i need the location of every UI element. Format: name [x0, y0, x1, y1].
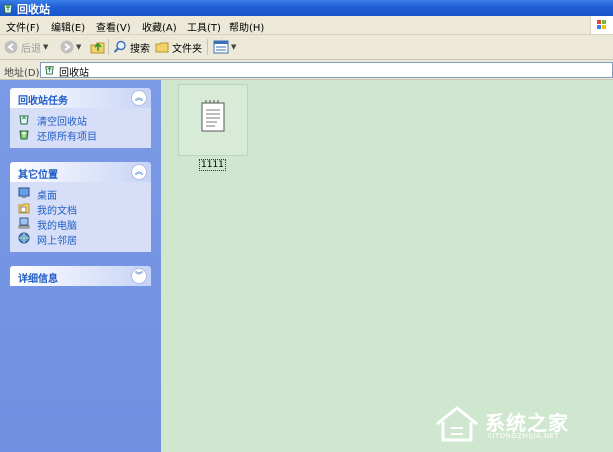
menu-bar: 文件(F) 编辑(E) 查看(V) 收藏(A) 工具(T) 帮助(H) [0, 16, 613, 35]
up-folder-icon [90, 42, 105, 54]
task-label: 清空回收站 [37, 117, 87, 128]
menu-tools[interactable]: 工具(T) [187, 19, 221, 34]
window-title: 回收站 [17, 3, 50, 16]
forward-button[interactable]: ▼ [60, 39, 81, 55]
task-label: 还原所有项目 [37, 132, 97, 143]
address-label: 地址(D) [4, 68, 40, 79]
details-panel: 详细信息 ︾ [10, 266, 151, 286]
desktop-icon [18, 187, 30, 198]
empty-recycle-bin-icon [19, 115, 29, 125]
toolbar-separator [207, 39, 208, 55]
panel-header[interactable]: 回收站任务 ︽ [10, 88, 151, 108]
panel-header[interactable]: 其它位置 ︽ [10, 162, 151, 182]
address-bar: 地址(D) 回收站 [0, 60, 613, 80]
watermark-url: XITONGZHIJIA.NET [487, 432, 560, 440]
place-label: 桌面 [37, 191, 57, 202]
views-dropdown-icon[interactable]: ▼ [231, 43, 236, 51]
text-document-icon [201, 100, 225, 132]
windows-logo-icon [590, 16, 613, 34]
file-thumbnail[interactable] [178, 84, 248, 156]
address-value: 回收站 [59, 68, 89, 79]
place-network-places[interactable]: 网上邻居 [10, 231, 151, 247]
panel-header[interactable]: 详细信息 ︾ [10, 266, 151, 286]
up-folder-button[interactable] [90, 39, 106, 55]
file-name: 1111 [199, 159, 226, 171]
back-button[interactable]: 后退 ▼ [4, 39, 48, 55]
panel-body: 清空回收站 还原所有项目 [10, 108, 151, 148]
task-restore-all[interactable]: 还原所有项目 [10, 127, 151, 143]
folders-label: 文件夹 [172, 43, 202, 55]
search-icon [113, 40, 126, 53]
toolbar: 后退 ▼ ▼ 搜索 文件夹 ▼ [0, 35, 613, 60]
back-arrow-icon [4, 40, 18, 54]
address-field[interactable]: 回收站 [40, 62, 613, 79]
panel-title: 详细信息 [18, 274, 58, 285]
house-logo-icon [436, 406, 478, 442]
folders-button[interactable]: 文件夹 [155, 39, 202, 55]
recycle-bin-icon [45, 66, 54, 75]
panel-title: 回收站任务 [18, 96, 68, 107]
menu-favorites[interactable]: 收藏(A) [142, 19, 177, 34]
place-label: 网上邻居 [37, 236, 77, 247]
search-button[interactable]: 搜索 [113, 39, 150, 55]
task-empty-recycle-bin[interactable]: 清空回收站 [10, 112, 151, 128]
views-button[interactable]: ▼ [213, 39, 236, 55]
collapse-chevron-up-icon[interactable]: ︽ [131, 164, 147, 180]
other-places-panel: 其它位置 ︽ 桌面 我的文档 我的电脑 网上邻居 [10, 162, 151, 252]
collapse-chevron-up-icon[interactable]: ︽ [131, 90, 147, 106]
task-pane: 回收站任务 ︽ 清空回收站 还原所有项目 其它位置 ︽ 桌面 我的文档 我的电脑… [0, 80, 161, 452]
forward-dropdown-icon[interactable]: ▼ [76, 43, 81, 51]
menu-edit[interactable]: 编辑(E) [51, 19, 85, 34]
toolbar-separator [108, 39, 109, 55]
place-my-computer[interactable]: 我的电脑 [10, 216, 151, 232]
place-desktop[interactable]: 桌面 [10, 186, 151, 202]
forward-arrow-icon [60, 40, 74, 54]
place-my-documents[interactable]: 我的文档 [10, 201, 151, 217]
panel-body: 桌面 我的文档 我的电脑 网上邻居 [10, 182, 151, 252]
my-documents-icon [18, 203, 30, 214]
expand-chevron-down-icon[interactable]: ︾ [131, 268, 147, 284]
panel-title: 其它位置 [18, 170, 58, 181]
menu-view[interactable]: 查看(V) [96, 19, 131, 34]
place-label: 我的文档 [37, 206, 77, 217]
file-view[interactable]: 1111 系统之家 XITONGZHIJIA.NET [161, 80, 613, 452]
recycle-bin-icon [3, 4, 13, 14]
watermark: 系统之家 XITONGZHIJIA.NET [433, 404, 603, 446]
folders-icon [155, 42, 169, 53]
back-dropdown-icon[interactable]: ▼ [43, 43, 48, 51]
menu-file[interactable]: 文件(F) [6, 19, 40, 34]
my-computer-icon [18, 217, 30, 229]
restore-icon [19, 130, 29, 140]
views-icon [213, 40, 229, 54]
network-places-icon [18, 232, 30, 244]
file-item[interactable]: 1111 [178, 84, 248, 174]
menu-help[interactable]: 帮助(H) [229, 19, 264, 34]
recycle-bin-tasks-panel: 回收站任务 ︽ 清空回收站 还原所有项目 [10, 88, 151, 148]
title-bar[interactable]: 回收站 [0, 0, 613, 16]
back-label: 后退 [21, 43, 41, 55]
search-label: 搜索 [130, 43, 150, 55]
place-label: 我的电脑 [37, 221, 77, 232]
